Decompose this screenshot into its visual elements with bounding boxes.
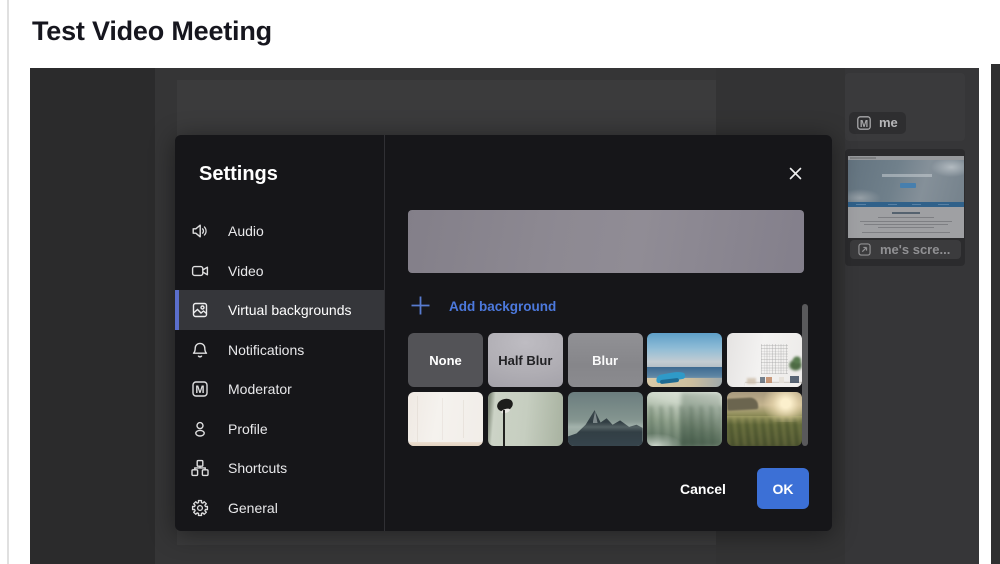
svg-text:M: M [860, 118, 868, 129]
svg-text:M: M [195, 384, 204, 396]
